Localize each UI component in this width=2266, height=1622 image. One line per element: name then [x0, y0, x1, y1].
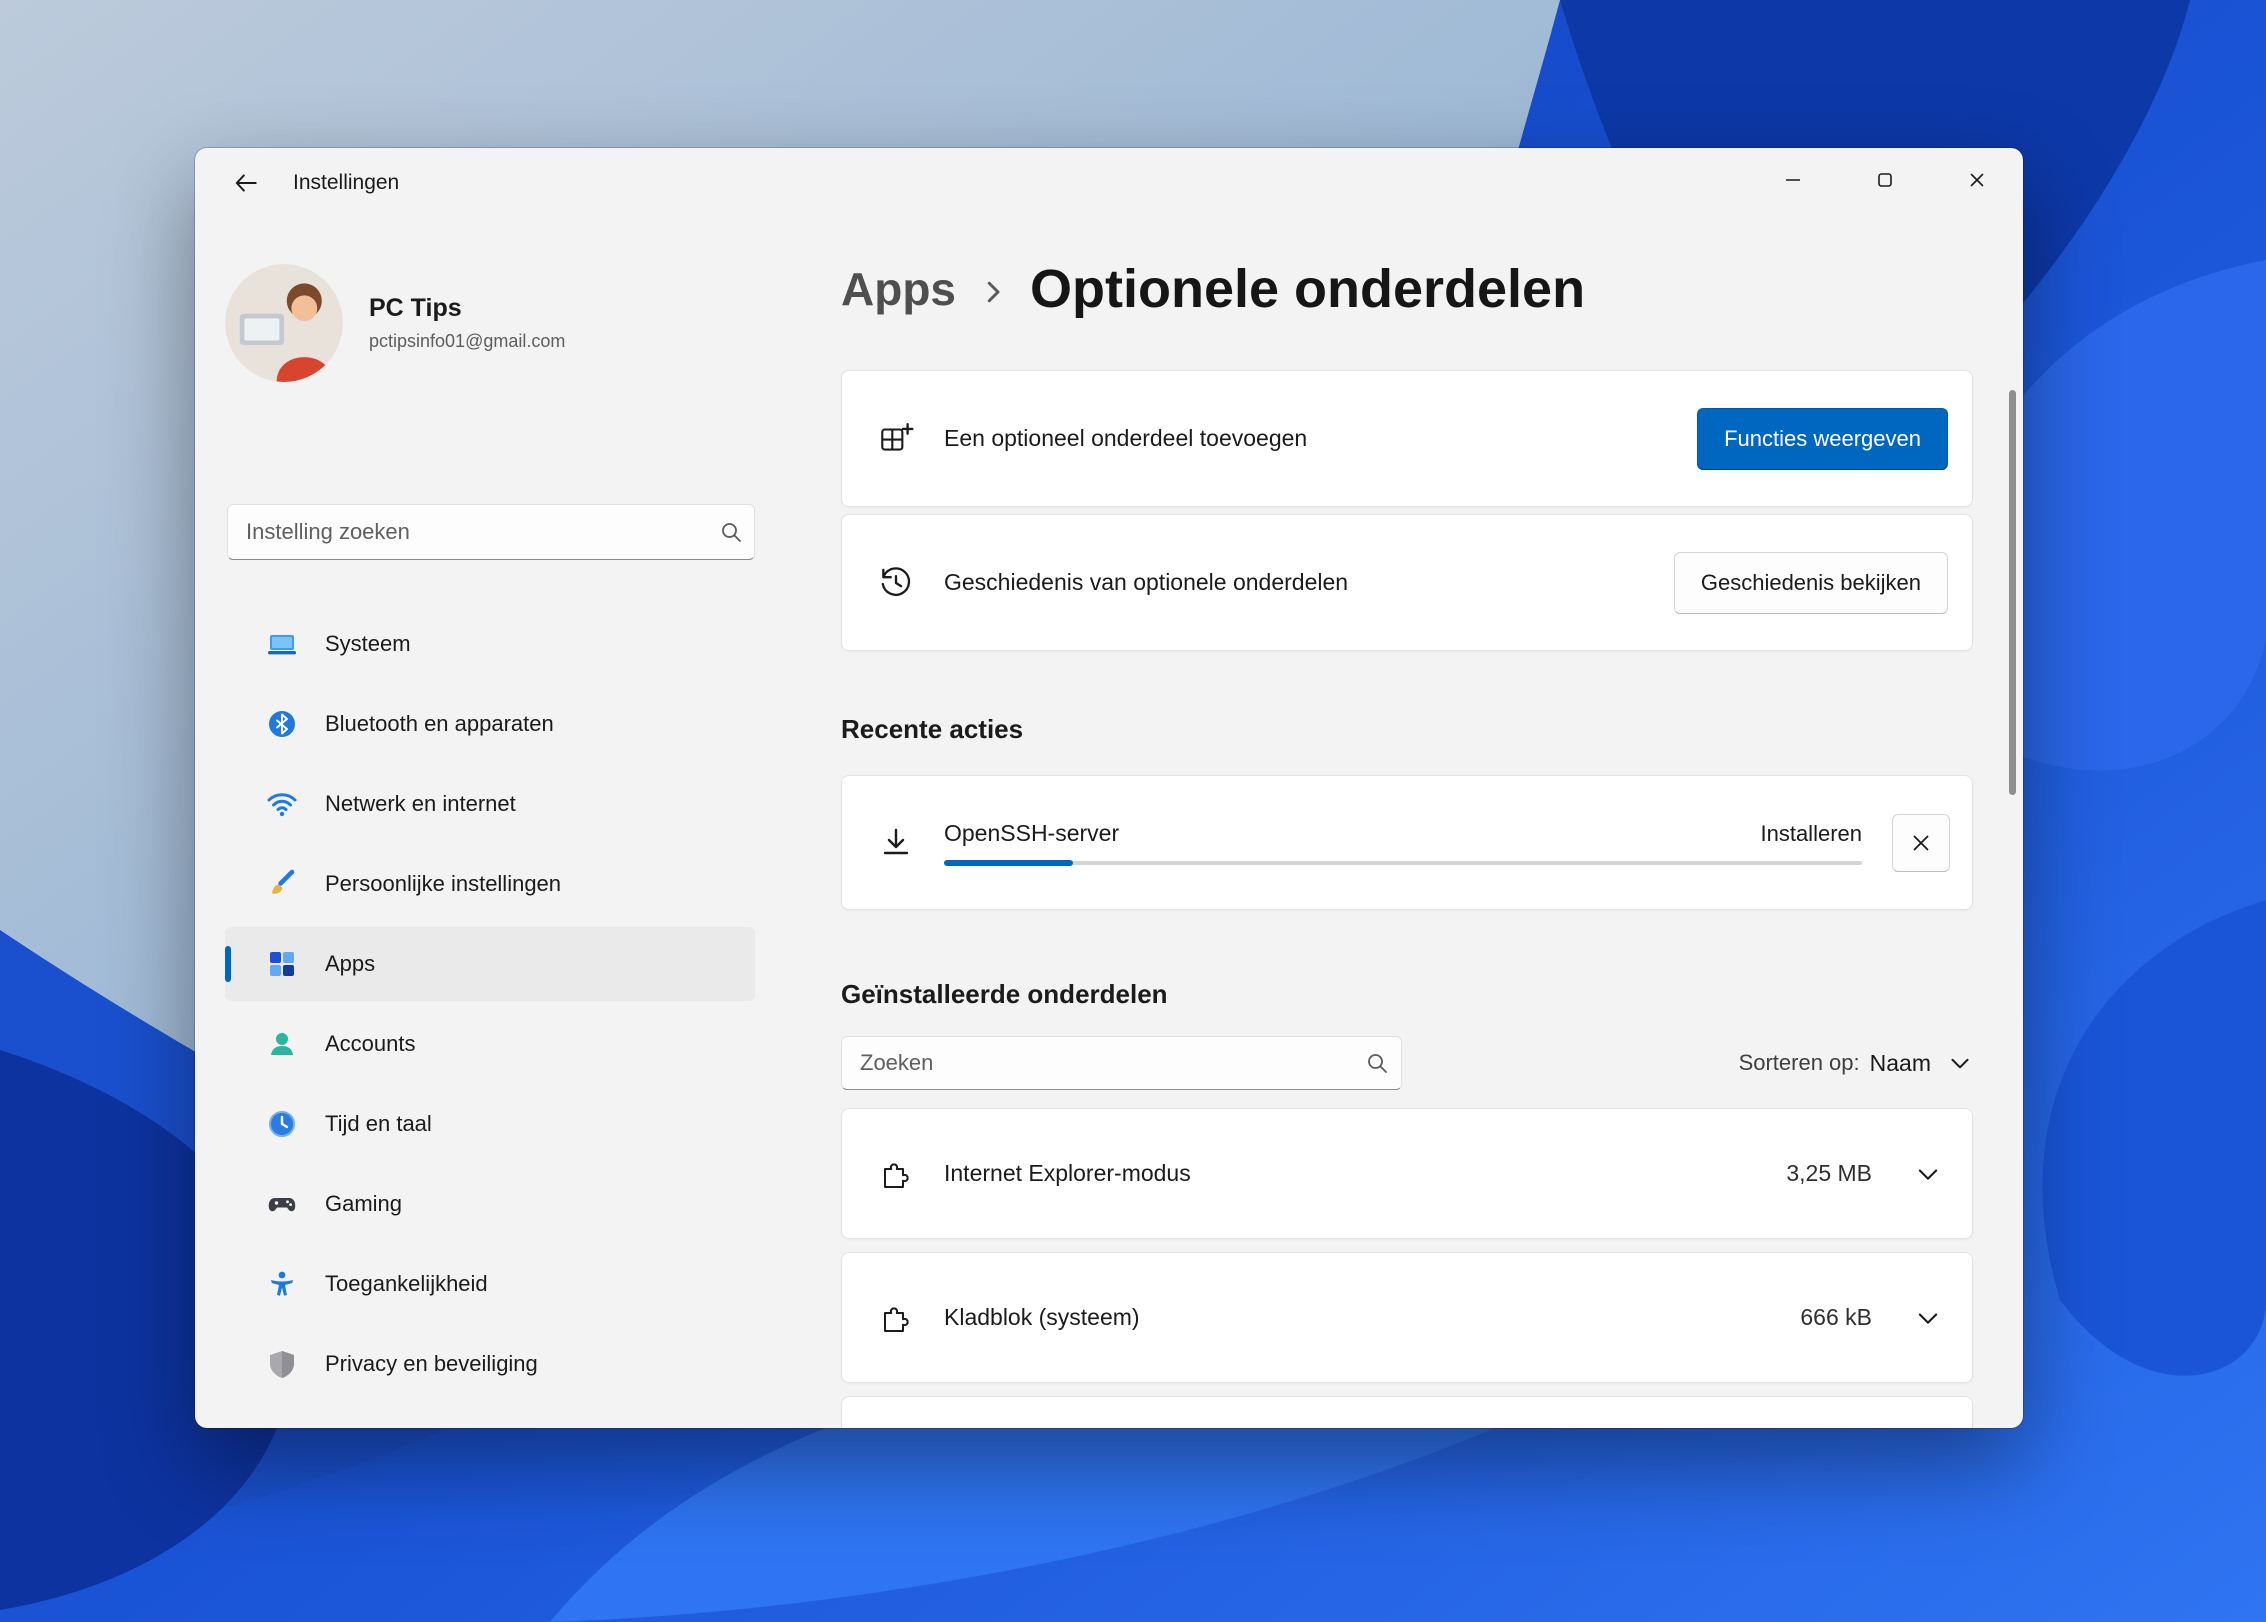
- gaming-icon: [265, 1187, 299, 1221]
- feature-name: Internet Explorer-modus: [944, 1160, 1786, 1187]
- sidebar-item-systeem[interactable]: Systeem: [225, 607, 755, 681]
- expand-chevron-icon[interactable]: [1914, 1160, 1942, 1188]
- close-icon: [1909, 831, 1933, 855]
- sidebar-item-bluetooth[interactable]: Bluetooth en apparaten: [225, 687, 755, 761]
- sidebar-item-label: Toegankelijkheid: [325, 1271, 488, 1297]
- feature-name: Kladblok (systeem): [944, 1304, 1800, 1331]
- sidebar: PC Tips pctipsinfo01@gmail.com Systeem: [195, 218, 815, 1428]
- puzzle-icon: [876, 1156, 916, 1192]
- window-title: Instellingen: [293, 171, 399, 195]
- expand-chevron-icon[interactable]: [1914, 1304, 1942, 1332]
- search-icon: [708, 520, 754, 544]
- avatar: [225, 264, 343, 382]
- back-button[interactable]: [213, 156, 279, 210]
- time-language-icon: [265, 1107, 299, 1141]
- selected-indicator: [225, 946, 231, 982]
- apps-icon: [265, 947, 299, 981]
- search-icon: [1353, 1051, 1401, 1075]
- chevron-right-icon: [978, 277, 1008, 307]
- installed-item-row: Internet Explorer-modus 3,25 MB: [841, 1108, 1973, 1239]
- sidebar-item-label: Persoonlijke instellingen: [325, 871, 561, 897]
- sidebar-item-apps[interactable]: Apps: [225, 927, 755, 1001]
- sidebar-nav: Systeem Bluetooth en apparaten Netwerk e…: [225, 607, 755, 1428]
- sidebar-item-toegankelijkheid[interactable]: Toegankelijkheid: [225, 1247, 755, 1321]
- recent-item-status: Installeren: [1760, 821, 1862, 847]
- chevron-down-icon: [1947, 1050, 1973, 1076]
- user-email: pctipsinfo01@gmail.com: [369, 331, 565, 352]
- sidebar-item-windows-update[interactable]: Windows Update: [225, 1407, 755, 1428]
- sidebar-item-netwerk[interactable]: Netwerk en internet: [225, 767, 755, 841]
- sidebar-item-label: Gaming: [325, 1191, 402, 1217]
- progress-bar: [944, 861, 1862, 865]
- view-features-button[interactable]: Functies weergeven: [1697, 408, 1948, 470]
- recent-actions-heading: Recente acties: [841, 713, 1973, 745]
- dismiss-recent-button[interactable]: [1892, 814, 1950, 872]
- bluetooth-icon: [265, 707, 299, 741]
- sort-dropdown[interactable]: Sorteren op: Naam: [1739, 1050, 1973, 1077]
- installed-filter-row: Sorteren op: Naam: [841, 1036, 1973, 1090]
- sidebar-item-label: Tijd en taal: [325, 1111, 432, 1137]
- scrollbar[interactable]: [2009, 390, 2016, 795]
- sidebar-item-tijd-en-taal[interactable]: Tijd en taal: [225, 1087, 755, 1161]
- arrow-left-icon: [233, 170, 259, 196]
- personalization-icon: [265, 867, 299, 901]
- feature-history-row: Geschiedenis van optionele onderdelen Ge…: [841, 514, 1973, 651]
- feature-size: 666 kB: [1800, 1304, 1872, 1331]
- sidebar-item-privacy[interactable]: Privacy en beveiliging: [225, 1327, 755, 1401]
- page-title: Optionele onderdelen: [1030, 258, 1585, 320]
- sidebar-item-label: Apps: [325, 951, 375, 977]
- privacy-shield-icon: [265, 1347, 299, 1381]
- history-label: Geschiedenis van optionele onderdelen: [944, 569, 1674, 596]
- installed-item-row-partial: [841, 1396, 1973, 1428]
- view-history-button[interactable]: Geschiedenis bekijken: [1674, 552, 1948, 614]
- recent-action-row: OpenSSH-server Installeren: [841, 775, 1973, 910]
- history-icon: [876, 564, 916, 602]
- sidebar-item-accounts[interactable]: Accounts: [225, 1007, 755, 1081]
- breadcrumb: Apps Optionele onderdelen: [841, 256, 1973, 322]
- user-name: PC Tips: [369, 294, 565, 323]
- recent-item-name: OpenSSH-server: [944, 820, 1119, 847]
- sidebar-item-persoonlijke-instellingen[interactable]: Persoonlijke instellingen: [225, 847, 755, 921]
- system-icon: [265, 627, 299, 661]
- windows-update-icon: [265, 1427, 299, 1428]
- add-feature-label: Een optioneel onderdeel toevoegen: [944, 425, 1697, 452]
- installed-search: [841, 1036, 1402, 1090]
- main-content: Apps Optionele onderdelen Een optioneel …: [841, 148, 1973, 1428]
- add-optional-feature-row: Een optioneel onderdeel toevoegen Functi…: [841, 370, 1973, 507]
- installed-features-heading: Geïnstalleerde onderdelen: [841, 976, 1973, 1010]
- sidebar-item-label: Systeem: [325, 631, 411, 657]
- settings-search: [227, 504, 755, 560]
- feature-size: 3,25 MB: [1786, 1160, 1872, 1187]
- breadcrumb-parent[interactable]: Apps: [841, 262, 956, 316]
- sort-value: Naam: [1870, 1050, 1931, 1077]
- installed-item-row: Kladblok (systeem) 666 kB: [841, 1252, 1973, 1383]
- settings-search-input[interactable]: [228, 505, 708, 559]
- user-profile[interactable]: PC Tips pctipsinfo01@gmail.com: [225, 264, 565, 382]
- sidebar-item-label: Netwerk en internet: [325, 791, 516, 817]
- sidebar-item-label: Bluetooth en apparaten: [325, 711, 554, 737]
- accounts-icon: [265, 1027, 299, 1061]
- progress-fill: [944, 860, 1073, 866]
- installed-search-input[interactable]: [842, 1037, 1353, 1089]
- sidebar-item-label: Accounts: [325, 1031, 416, 1057]
- settings-window: Instellingen: [195, 148, 2023, 1428]
- accessibility-icon: [265, 1267, 299, 1301]
- add-feature-icon: [876, 420, 916, 458]
- download-icon: [876, 825, 916, 861]
- sidebar-item-label: Privacy en beveiliging: [325, 1351, 538, 1377]
- puzzle-icon: [876, 1300, 916, 1336]
- network-icon: [265, 787, 299, 821]
- sort-label: Sorteren op:: [1739, 1050, 1860, 1076]
- sidebar-item-gaming[interactable]: Gaming: [225, 1167, 755, 1241]
